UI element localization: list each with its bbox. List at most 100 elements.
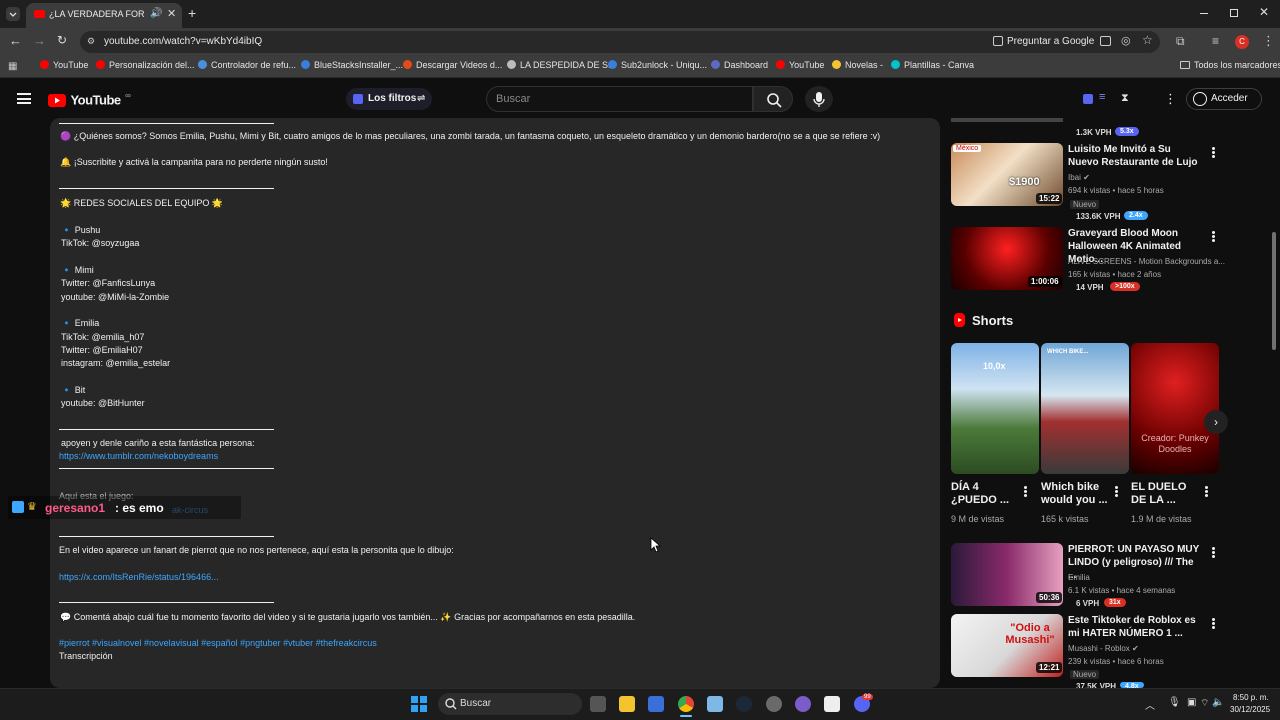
document-icon[interactable]: [824, 696, 840, 712]
audio-playing-icon[interactable]: 🔊: [150, 8, 162, 19]
tray-microphone-icon[interactable]: 🎙: [1168, 697, 1181, 708]
short-menu-icon[interactable]: [1024, 485, 1028, 498]
short-thumbnail[interactable]: 10,0x: [951, 343, 1039, 474]
bookmark-item[interactable]: YouTube: [776, 60, 824, 70]
extensions-icon[interactable]: ⧉: [1176, 34, 1185, 49]
forward-icon[interactable]: →: [33, 33, 46, 48]
tumblr-link[interactable]: https://www.tumblr.com/nekoboydreams: [59, 451, 218, 461]
all-bookmarks[interactable]: Todos los marcadores: [1180, 60, 1280, 70]
search-input[interactable]: Buscar: [486, 86, 753, 112]
short-title[interactable]: Which bike would you ...: [1041, 481, 1109, 507]
video-channel[interactable]: ALIVE SCREENS - Motion Backgrounds a...: [1068, 257, 1225, 266]
close-tab-icon[interactable]: ✕: [167, 7, 176, 20]
bookmark-item[interactable]: BlueStacksInstaller_...: [301, 60, 403, 70]
video-title[interactable]: Este Tiktoker de Roblox es mi HATER NÚME…: [1068, 614, 1203, 640]
star-bookmark-icon[interactable]: ☆: [1142, 33, 1153, 47]
bookmark-item[interactable]: Controlador de refu...: [198, 60, 296, 70]
restore-icon[interactable]: [1230, 9, 1238, 17]
video-menu-icon[interactable]: [1212, 146, 1216, 159]
short-title[interactable]: DÍA 4 ¿PUEDO ...: [951, 481, 1016, 507]
minimize-icon[interactable]: [1200, 13, 1208, 14]
tray-device-icon[interactable]: ▣: [1187, 697, 1196, 708]
reload-icon[interactable]: ↻: [57, 33, 67, 47]
task-view-icon[interactable]: [590, 696, 606, 712]
bookmark-item[interactable]: Sub2unlock - Uniqu...: [608, 60, 707, 70]
notepad-icon[interactable]: [707, 696, 723, 712]
short-menu-icon[interactable]: [1115, 485, 1119, 498]
windows-start-icon[interactable]: [411, 696, 427, 712]
voice-search-button[interactable]: [805, 86, 833, 112]
bookmark-item[interactable]: LA DESPEDIDA DE S...: [507, 60, 616, 70]
wifi-icon[interactable]: ⌔: [1200, 697, 1209, 710]
short-title[interactable]: EL DUELO DE LA ...: [1131, 481, 1199, 507]
profile-avatar[interactable]: C: [1235, 35, 1249, 49]
bookmark-item[interactable]: Dashboard: [711, 60, 768, 70]
browser-tab-active[interactable]: ¿LA VERDADERA FORMA D 🔊 ✕: [26, 3, 182, 28]
short-thumbnail[interactable]: Creador: Punkey Doodles: [1131, 343, 1219, 474]
video-menu-icon[interactable]: [1212, 617, 1216, 630]
browser-menu-icon[interactable]: ⋮: [1262, 33, 1275, 49]
media-control-icon[interactable]: ≡: [1212, 34, 1219, 48]
bookmark-item[interactable]: Novelas -: [832, 60, 883, 70]
taskbar-search[interactable]: Buscar: [438, 693, 582, 715]
mouse-cursor-icon: [650, 537, 662, 553]
ask-google-label[interactable]: Preguntar a Google: [1007, 36, 1094, 47]
filters-chip[interactable]: Los filtros ⇌: [346, 88, 432, 110]
search-icon: [445, 698, 457, 710]
short-thumbnail[interactable]: WHICH BIKE...: [1041, 343, 1129, 474]
address-bar[interactable]: ⚙ youtube.com/watch?v=wKbYd4ibIQ Pregunt…: [80, 31, 1160, 53]
short-menu-icon[interactable]: [1205, 485, 1209, 498]
bookmark-item[interactable]: Descargar Videos d...: [403, 60, 502, 70]
store-icon[interactable]: [648, 696, 664, 712]
new-tag: Nuevo: [1070, 670, 1100, 679]
bookmark-item[interactable]: Personalización del...: [96, 60, 195, 70]
clock-time[interactable]: 8:50 p. m.: [1233, 693, 1269, 702]
video-menu-icon[interactable]: [1212, 230, 1216, 243]
page-scrollbar[interactable]: [1272, 232, 1276, 350]
description-line: instagram: @emilia_estelar: [61, 358, 171, 368]
search-button[interactable]: [753, 86, 793, 112]
hourglass-icon[interactable]: ⧗: [1121, 92, 1129, 105]
video-title[interactable]: Luisito Me Invitó a Su Nuevo Restaurante…: [1068, 143, 1203, 169]
bookmark-favicon-icon: [96, 60, 105, 69]
back-icon[interactable]: ←: [9, 33, 22, 48]
bookmark-favicon-icon: [832, 60, 841, 69]
chrome-icon[interactable]: [678, 696, 694, 712]
new-tab-icon[interactable]: +: [188, 5, 196, 21]
apps-grid-icon[interactable]: ▦: [8, 61, 17, 72]
close-window-icon[interactable]: ✕: [1259, 5, 1269, 19]
settings-kebab-icon[interactable]: ⋮: [1164, 91, 1177, 107]
tray-chevron-icon[interactable]: ︿: [1145, 697, 1155, 712]
shorts-heading: Shorts: [972, 313, 1014, 328]
description-line: 🔹 Pushu: [61, 225, 101, 235]
list-view-icon[interactable]: ≡: [1099, 91, 1105, 103]
video-menu-icon[interactable]: [1212, 546, 1216, 559]
volume-icon[interactable]: 🔈: [1212, 697, 1224, 708]
sign-in-button[interactable]: Acceder: [1186, 88, 1262, 110]
video-channel[interactable]: Musashi - Roblox ✔: [1068, 644, 1139, 653]
eye-off-icon[interactable]: ◎: [1121, 34, 1131, 47]
shorts-next-button[interactable]: ›: [1204, 410, 1228, 434]
clock-date[interactable]: 30/12/2025: [1230, 705, 1270, 714]
hamburger-menu-icon[interactable]: [17, 93, 31, 104]
settings-app-icon[interactable]: [766, 696, 782, 712]
install-app-icon[interactable]: [1100, 36, 1111, 46]
transcript-heading[interactable]: Transcripción: [59, 651, 113, 661]
bookmark-item[interactable]: Plantillas - Canva: [891, 60, 974, 70]
hashtags[interactable]: #pierrot #visualnovel #novelavisual #esp…: [59, 638, 377, 648]
vph-value: 14 VPH: [1076, 283, 1104, 292]
video-channel[interactable]: Ibai ✔: [1068, 173, 1090, 182]
youtube-logo[interactable]: YouTube ∞: [48, 91, 131, 109]
sign-in-label: Acceder: [1211, 93, 1248, 104]
file-explorer-icon[interactable]: [619, 696, 635, 712]
site-info-icon[interactable]: ⚙: [87, 36, 95, 47]
steam-icon[interactable]: [736, 696, 752, 712]
fanart-link[interactable]: https://x.com/ItsRenRie/status/196466...: [59, 572, 219, 582]
partial-video-thumb[interactable]: [951, 118, 1063, 122]
video-channel[interactable]: Emilia: [1068, 573, 1090, 582]
partial-vph: 1.3K VPH: [1076, 128, 1112, 137]
game-launcher-icon[interactable]: [795, 696, 811, 712]
tab-search-icon[interactable]: [6, 7, 20, 21]
bookmark-item[interactable]: YouTube: [40, 60, 88, 70]
extension-toggle-icon[interactable]: [1083, 94, 1093, 104]
